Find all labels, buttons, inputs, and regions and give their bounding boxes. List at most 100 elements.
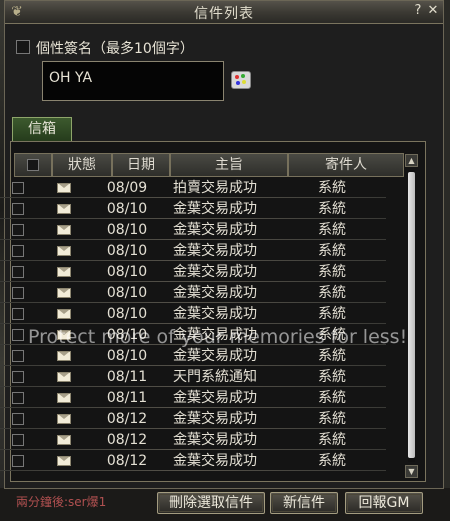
mail-subject: 金葉交易成功 — [173, 390, 257, 406]
mail-row[interactable]: 08/10 金葉交易成功 系統 — [0, 220, 386, 240]
mail-select-checkbox[interactable] — [12, 182, 24, 194]
mail-sender: 系統 — [318, 306, 346, 322]
mail-date: 08/10 — [106, 201, 148, 217]
mail-row[interactable]: 08/12 金葉交易成功 系統 — [0, 430, 386, 450]
mail-row[interactable]: 08/12 金葉交易成功 系統 — [0, 451, 386, 471]
new-mail-label: 新信件 — [283, 495, 325, 511]
mail-select-checkbox[interactable] — [12, 329, 24, 341]
mail-row[interactable]: 08/11 天門系統通知 系統 — [0, 367, 386, 387]
mail-date: 08/10 — [106, 222, 148, 238]
palette-button[interactable] — [231, 71, 251, 89]
mail-date: 08/10 — [106, 264, 148, 280]
scroll-thumb[interactable] — [408, 172, 415, 458]
mail-sender: 系統 — [318, 348, 346, 364]
mail-sender: 系統 — [318, 243, 346, 259]
mail-sender: 系統 — [318, 201, 346, 217]
mail-subject: 金葉交易成功 — [173, 264, 257, 280]
header-status[interactable]: 狀態 — [52, 153, 112, 177]
mail-sender: 系統 — [318, 432, 346, 448]
mail-row[interactable]: 08/10 金葉交易成功 系統 — [0, 199, 386, 219]
mail-row[interactable]: 08/12 金葉交易成功 系統 — [0, 409, 386, 429]
signature-input[interactable]: OH YA — [42, 61, 224, 101]
tab-inbox[interactable]: 信箱 — [12, 117, 72, 141]
mail-subject: 金葉交易成功 — [173, 327, 257, 343]
new-mail-button[interactable]: 新信件 — [270, 492, 338, 514]
mail-subject: 金葉交易成功 — [173, 243, 257, 259]
mail-row[interactable]: 08/10 金葉交易成功 系統 — [0, 304, 386, 324]
mail-row[interactable]: 08/10 金葉交易成功 系統 — [0, 241, 386, 261]
header-date[interactable]: 日期 — [112, 153, 170, 177]
mail-subject: 金葉交易成功 — [173, 411, 257, 427]
delete-selected-label: 刪除選取信件 — [169, 495, 253, 511]
envelope-icon — [57, 456, 71, 466]
mail-select-checkbox[interactable] — [12, 434, 24, 446]
mail-row[interactable]: 08/10 金葉交易成功 系統 — [0, 325, 386, 345]
mail-date: 08/10 — [106, 306, 148, 322]
envelope-icon — [57, 204, 71, 214]
header-select-all[interactable] — [14, 153, 52, 177]
mail-sender: 系統 — [318, 411, 346, 427]
mail-date: 08/10 — [106, 285, 148, 301]
mail-date: 08/12 — [106, 432, 148, 448]
mail-select-checkbox[interactable] — [12, 371, 24, 383]
envelope-icon — [57, 309, 71, 319]
chat-message: 兩分鐘後:ser爆1 — [16, 495, 107, 509]
envelope-icon — [57, 435, 71, 445]
mail-select-checkbox[interactable] — [12, 455, 24, 467]
envelope-icon — [57, 414, 71, 424]
envelope-icon — [57, 372, 71, 382]
mail-date: 08/12 — [106, 453, 148, 469]
mail-row[interactable]: 08/10 金葉交易成功 系統 — [0, 262, 386, 282]
mail-date: 08/10 — [106, 243, 148, 259]
mail-sender: 系統 — [318, 453, 346, 469]
mail-row[interactable]: 08/11 金葉交易成功 系統 — [0, 388, 386, 408]
mail-subject: 金葉交易成功 — [173, 222, 257, 238]
mail-subject: 金葉交易成功 — [173, 306, 257, 322]
signature-checkbox[interactable] — [16, 40, 30, 54]
mail-date: 08/11 — [106, 390, 148, 406]
scroll-up-icon[interactable]: ▲ — [405, 154, 418, 167]
mail-sender: 系統 — [318, 390, 346, 406]
help-button[interactable]: ? — [411, 4, 425, 18]
title-bar[interactable]: ❦ 信件列表 ? ✕ — [5, 1, 443, 24]
mail-date: 08/09 — [106, 180, 148, 196]
mail-sender: 系統 — [318, 369, 346, 385]
mail-select-checkbox[interactable] — [12, 203, 24, 215]
mail-date: 08/10 — [106, 348, 148, 364]
palette-icon — [235, 75, 239, 79]
mail-sender: 系統 — [318, 180, 346, 196]
envelope-icon — [57, 225, 71, 235]
mail-subject: 金葉交易成功 — [173, 285, 257, 301]
mail-sender: 系統 — [318, 222, 346, 238]
envelope-icon — [57, 330, 71, 340]
mail-select-checkbox[interactable] — [12, 224, 24, 236]
mail-subject: 金葉交易成功 — [173, 348, 257, 364]
mail-row[interactable]: 08/09 拍賣交易成功 系統 — [0, 178, 386, 198]
mail-select-checkbox[interactable] — [12, 392, 24, 404]
scroll-down-icon[interactable]: ▼ — [405, 465, 418, 478]
palette-icon-dot — [236, 81, 240, 85]
mail-select-checkbox[interactable] — [12, 350, 24, 362]
signature-label: 個性簽名（最多10個字） — [36, 41, 194, 57]
mail-subject: 拍賣交易成功 — [173, 180, 257, 196]
header-subject[interactable]: 主旨 — [170, 153, 288, 177]
envelope-icon — [57, 351, 71, 361]
mail-sender: 系統 — [318, 285, 346, 301]
mail-row[interactable]: 08/10 金葉交易成功 系統 — [0, 346, 386, 366]
mail-select-checkbox[interactable] — [12, 413, 24, 425]
mail-select-checkbox[interactable] — [12, 245, 24, 257]
envelope-icon — [57, 393, 71, 403]
mail-date: 08/10 — [106, 327, 148, 343]
mail-select-checkbox[interactable] — [12, 266, 24, 278]
mail-list-scrollbar[interactable]: ▲ ▼ — [405, 154, 418, 478]
delete-selected-button[interactable]: 刪除選取信件 — [157, 492, 265, 514]
close-button[interactable]: ✕ — [426, 4, 440, 18]
mail-select-checkbox[interactable] — [12, 287, 24, 299]
mail-row[interactable]: 08/10 金葉交易成功 系統 — [0, 283, 386, 303]
envelope-icon — [57, 267, 71, 277]
report-gm-label: 回報GM — [358, 495, 410, 511]
mail-select-checkbox[interactable] — [12, 308, 24, 320]
header-sender[interactable]: 寄件人 — [288, 153, 404, 177]
report-gm-button[interactable]: 回報GM — [345, 492, 423, 514]
select-all-checkbox[interactable] — [27, 159, 39, 171]
